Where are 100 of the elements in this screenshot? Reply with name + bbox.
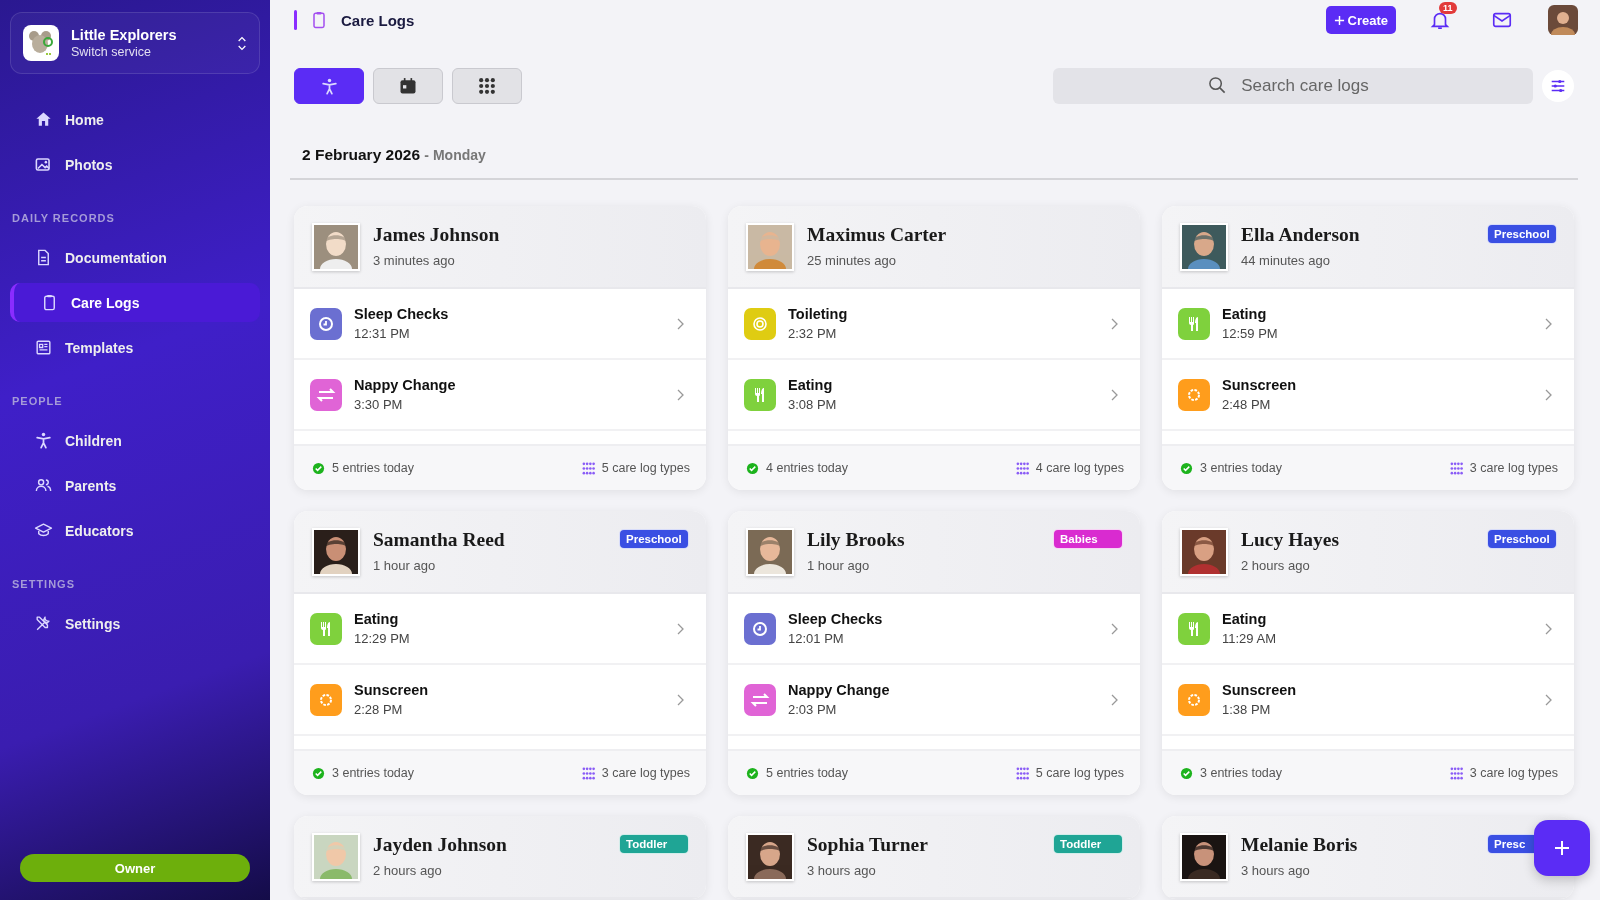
filter-button[interactable] (1542, 70, 1574, 102)
updated-time: 25 minutes ago (807, 253, 897, 268)
log-entry[interactable]: Sleep Checks 12:31 PM (294, 289, 706, 360)
entry-title: Eating (354, 611, 400, 627)
entries-count: 3 entries today (1200, 766, 1282, 780)
entry-title: Sunscreen (1222, 377, 1298, 393)
chevron-right-icon (1110, 317, 1118, 330)
updated-time: 3 hours ago (807, 863, 877, 878)
avatar[interactable] (1548, 5, 1578, 35)
sun-icon (1178, 378, 1210, 411)
check-circle-icon (746, 766, 759, 780)
entry-title: Eating (1222, 306, 1268, 322)
service-name: Little Explorers (71, 27, 178, 43)
log-entry[interactable]: Toileting 2:32 PM (728, 289, 1140, 360)
section-heading: SETTINGS (12, 578, 76, 590)
child-name: Samantha Reed (373, 529, 506, 551)
entry-time: 1:38 PM (1222, 702, 1272, 717)
types-count: 3 care log types (601, 766, 690, 780)
entry-time: 2:03 PM (788, 702, 838, 717)
entries-count: 5 entries today (766, 766, 848, 780)
date-heading: 2 February 2026 (302, 146, 421, 163)
check-circle-icon (1180, 766, 1193, 780)
chevron-right-icon (1110, 622, 1118, 635)
log-entry[interactable]: Nappy Change 2:03 PM (728, 665, 1140, 736)
grid-icon (1015, 766, 1029, 780)
updated-time: 1 hour ago (373, 558, 437, 573)
updated-time: 3 hours ago (1241, 863, 1311, 878)
swap-arrows-icon (310, 378, 342, 411)
check-circle-icon (746, 461, 759, 475)
notification-count: 11 (1439, 2, 1457, 14)
grid-icon (581, 461, 595, 475)
entry-title: Sleep Checks (788, 611, 884, 627)
home-icon (34, 110, 53, 129)
log-entry[interactable]: Eating 11:29 AM (1162, 594, 1574, 665)
updated-time: 2 hours ago (373, 863, 443, 878)
person-icon (319, 76, 339, 96)
chevron-right-icon (1110, 693, 1118, 706)
chevron-up-down-icon (237, 35, 247, 51)
entry-time: 2:32 PM (788, 326, 838, 341)
entry-title: Nappy Change (788, 682, 891, 698)
cutlery-icon (310, 612, 342, 645)
section-heading: DAILY RECORDS (12, 212, 116, 224)
chevron-right-icon (1544, 693, 1552, 706)
calendar-icon (398, 76, 418, 96)
search-field[interactable]: Search care logs (1053, 68, 1533, 104)
chevron-right-icon (676, 388, 684, 401)
nav-item[interactable]: Parents (10, 466, 260, 505)
plus-icon (1333, 14, 1345, 26)
nav-item[interactable]: Home (10, 100, 260, 139)
search-icon (1208, 76, 1227, 95)
group-tag: Preschool (1487, 224, 1557, 244)
photos-icon (34, 155, 53, 174)
entry-title: Toileting (788, 306, 849, 322)
nav-item[interactable]: Care Logs (10, 283, 260, 322)
view-toggle[interactable] (294, 68, 364, 104)
chevron-right-icon (1544, 622, 1552, 635)
swap-arrows-icon (744, 683, 776, 716)
grid-icon (1449, 461, 1463, 475)
sun-icon (310, 683, 342, 716)
grid-icon (1015, 461, 1029, 475)
nav-item[interactable]: Children (10, 421, 260, 460)
entry-time: 2:48 PM (1222, 397, 1272, 412)
nav-item[interactable]: Settings (10, 604, 260, 643)
nav-item[interactable]: Educators (10, 511, 260, 550)
types-count: 4 care log types (1035, 461, 1124, 475)
log-entry[interactable]: Eating 12:59 PM (1162, 289, 1574, 360)
log-entry[interactable]: Eating 3:08 PM (728, 360, 1140, 431)
check-circle-icon (312, 766, 325, 780)
create-button[interactable]: Create (1325, 6, 1396, 34)
entry-title: Eating (1222, 611, 1268, 627)
updated-time: 44 minutes ago (1241, 253, 1331, 268)
entry-title: Sleep Checks (354, 306, 450, 322)
clock-icon (310, 307, 342, 340)
log-entry[interactable]: Sleep Checks 12:01 PM (728, 594, 1140, 665)
child-name: James Johnson (373, 224, 501, 246)
types-count: 5 care log types (1035, 766, 1124, 780)
child-name: Sophia Turner (807, 834, 929, 856)
log-entry[interactable]: Sunscreen 2:28 PM (294, 665, 706, 736)
entries-count: 3 entries today (1200, 461, 1282, 475)
nav-item[interactable]: Templates (10, 328, 260, 367)
grid-icon (477, 76, 497, 96)
grid-icon (1449, 766, 1463, 780)
nav-item[interactable]: Documentation (10, 238, 260, 277)
add-button[interactable] (1534, 820, 1590, 876)
cutlery-icon (1178, 307, 1210, 340)
child-name: Melanie Boris (1241, 834, 1359, 856)
types-count: 3 care log types (1469, 766, 1558, 780)
service-switcher[interactable]: Little Explorers Switch service (10, 12, 260, 74)
log-entry[interactable]: Nappy Change 3:30 PM (294, 360, 706, 431)
log-entry[interactable]: Sunscreen 1:38 PM (1162, 665, 1574, 736)
log-entry[interactable]: Eating 12:29 PM (294, 594, 706, 665)
nav-item[interactable]: Photos (10, 145, 260, 184)
log-entry[interactable]: Sunscreen 2:48 PM (1162, 360, 1574, 431)
entries-count: 3 entries today (332, 766, 414, 780)
entry-time: 11:29 AM (1222, 631, 1277, 646)
chevron-right-icon (1544, 317, 1552, 330)
logo-icon (23, 25, 59, 61)
group-tag: Toddler (619, 834, 689, 854)
person-icon (34, 431, 53, 450)
clock-icon (744, 612, 776, 645)
